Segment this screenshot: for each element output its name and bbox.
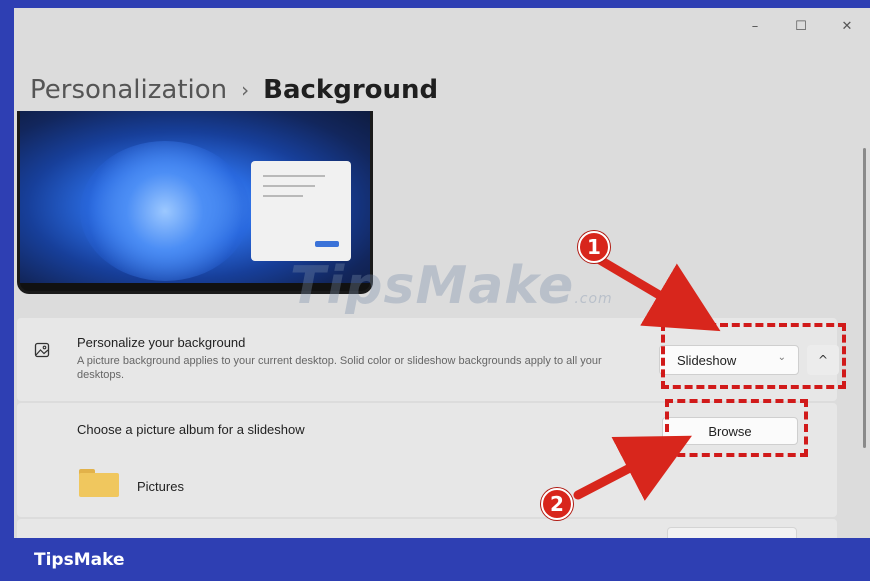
bloom-graphic: [80, 141, 250, 281]
breadcrumb-separator: ›: [241, 78, 250, 102]
annotation-box-2: [665, 399, 808, 457]
close-button[interactable]: ✕: [824, 8, 870, 44]
footer-brand: TipsMake: [34, 549, 125, 570]
personalize-description: A picture background applies to your cur…: [77, 355, 602, 381]
window-controls: – ☐ ✕: [732, 8, 870, 44]
picture-icon: [34, 342, 52, 360]
folder-icon: [79, 469, 119, 497]
preview-line: [263, 195, 303, 197]
breadcrumb: Personalization › Background: [30, 70, 438, 110]
album-title: Choose a picture album for a slideshow: [77, 422, 305, 437]
preview-button: [315, 241, 339, 247]
personalize-title: Personalize your background: [77, 335, 246, 350]
watermark: TipsMake.com: [290, 256, 613, 316]
annotation-badge-1: 1: [578, 231, 610, 263]
maximize-button[interactable]: ☐: [778, 8, 824, 44]
annotation-badge-2: 2: [541, 488, 573, 520]
page-title: Background: [263, 75, 439, 105]
preview-window: [251, 161, 351, 261]
minimize-button[interactable]: –: [732, 8, 778, 44]
scrollbar[interactable]: [863, 148, 866, 448]
footer-bar: TipsMake: [0, 538, 870, 581]
preview-line: [263, 175, 325, 177]
breadcrumb-parent[interactable]: Personalization: [30, 75, 227, 105]
preview-line: [263, 185, 315, 187]
annotation-box-1: [661, 323, 846, 389]
folder-name[interactable]: Pictures: [137, 479, 184, 494]
